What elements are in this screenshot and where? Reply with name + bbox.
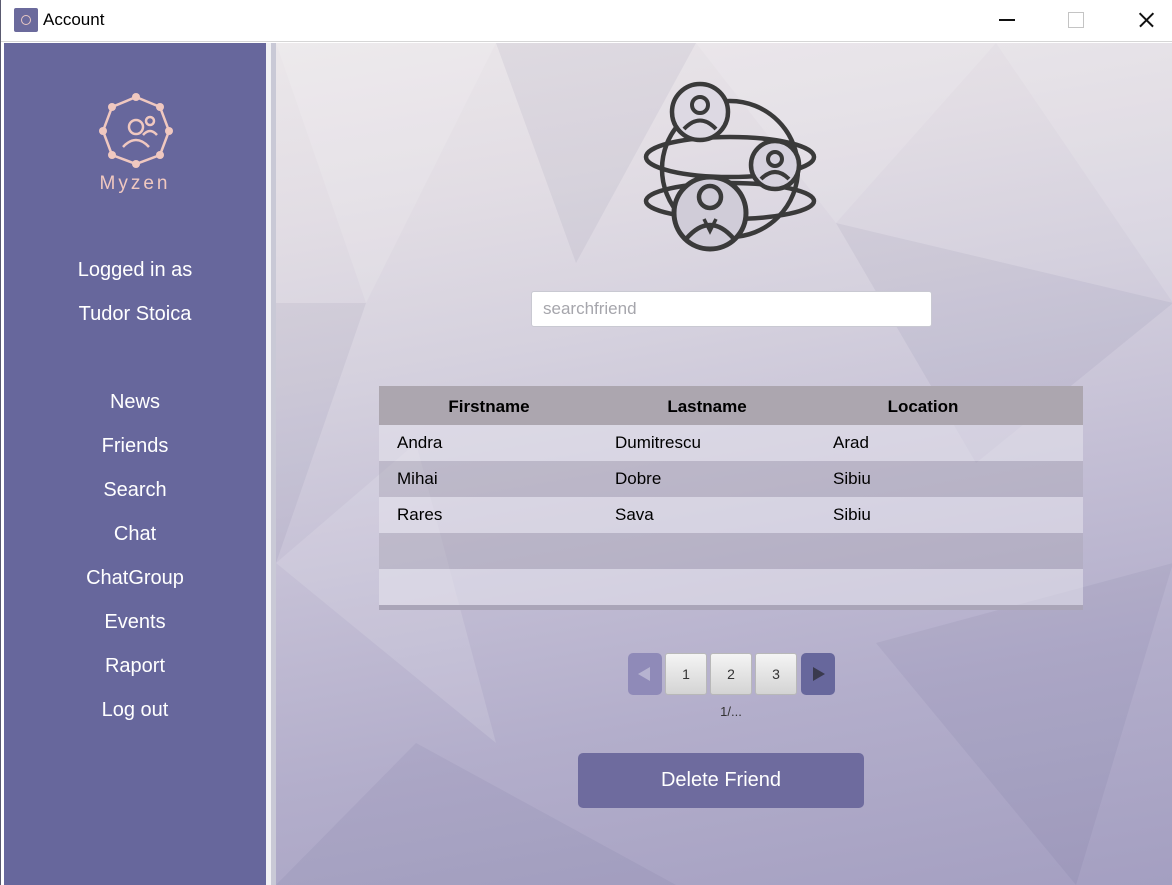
search-friend-input[interactable] (531, 291, 932, 327)
sidebar: Myzen Logged in as Tudor Stoica News Fri… (4, 43, 266, 885)
nav-logout[interactable]: Log out (4, 699, 266, 722)
cell-lastname: Dobre (615, 469, 662, 488)
friends-table: Firstname Lastname Location Andra Dumitr… (379, 386, 1083, 611)
cell-location: Sibiu (833, 469, 871, 488)
app-window: Account Myzen Logged in as Tudor Stoica … (0, 0, 1172, 885)
nav-chatgroup[interactable]: ChatGroup (4, 567, 266, 590)
column-header-firstname[interactable]: Firstname (419, 397, 559, 417)
app-icon (14, 8, 38, 32)
cell-location: Sibiu (833, 505, 871, 524)
maximize-icon[interactable] (1052, 0, 1098, 40)
nav-friends[interactable]: Friends (4, 435, 266, 458)
page-button-2[interactable]: 2 (710, 653, 752, 695)
table-row[interactable]: Rares Sava Sibiu (379, 497, 1083, 533)
window-title: Account (43, 10, 105, 29)
brand-name: Myzen (99, 173, 171, 194)
cell-firstname: Mihai (397, 469, 438, 488)
table-bottom-edge (379, 605, 1083, 610)
nav-raport[interactable]: Raport (4, 655, 266, 678)
column-header-location[interactable]: Location (853, 397, 993, 417)
page-button-1[interactable]: 1 (665, 653, 707, 695)
table-row-empty (379, 569, 1083, 605)
nav-search[interactable]: Search (4, 479, 266, 502)
cell-location: Arad (833, 433, 869, 452)
table-row[interactable]: Andra Dumitrescu Arad (379, 425, 1083, 461)
next-page-icon[interactable] (801, 653, 835, 695)
minimize-icon[interactable] (984, 0, 1030, 40)
close-icon[interactable] (1123, 0, 1169, 40)
nav-news[interactable]: News (4, 391, 266, 414)
myzen-logo-icon (99, 93, 173, 168)
table-header: Firstname Lastname Location (379, 386, 1083, 425)
cell-lastname: Dumitrescu (615, 433, 701, 452)
user-name: Tudor Stoica (78, 303, 192, 325)
page-button-3[interactable]: 3 (755, 653, 797, 695)
table-row[interactable]: Mihai Dobre Sibiu (379, 461, 1083, 497)
nav-events[interactable]: Events (4, 611, 266, 634)
table-row-empty (379, 533, 1083, 569)
page-info: 1/... (720, 704, 742, 719)
sidebar-splitter[interactable] (266, 43, 276, 885)
cell-lastname: Sava (615, 505, 654, 524)
main-panel: Firstname Lastname Location Andra Dumitr… (276, 43, 1172, 885)
cell-firstname: Rares (397, 505, 443, 524)
nav-chat[interactable]: Chat (4, 523, 266, 546)
column-header-lastname[interactable]: Lastname (637, 397, 777, 417)
title-bar: Account (1, 0, 1172, 42)
delete-friend-button[interactable]: Delete Friend (578, 753, 864, 808)
logged-in-label: Logged in as (77, 259, 193, 281)
cell-firstname: Andra (397, 433, 443, 452)
prev-page-icon[interactable] (628, 653, 662, 695)
friends-globe-icon (643, 81, 817, 252)
